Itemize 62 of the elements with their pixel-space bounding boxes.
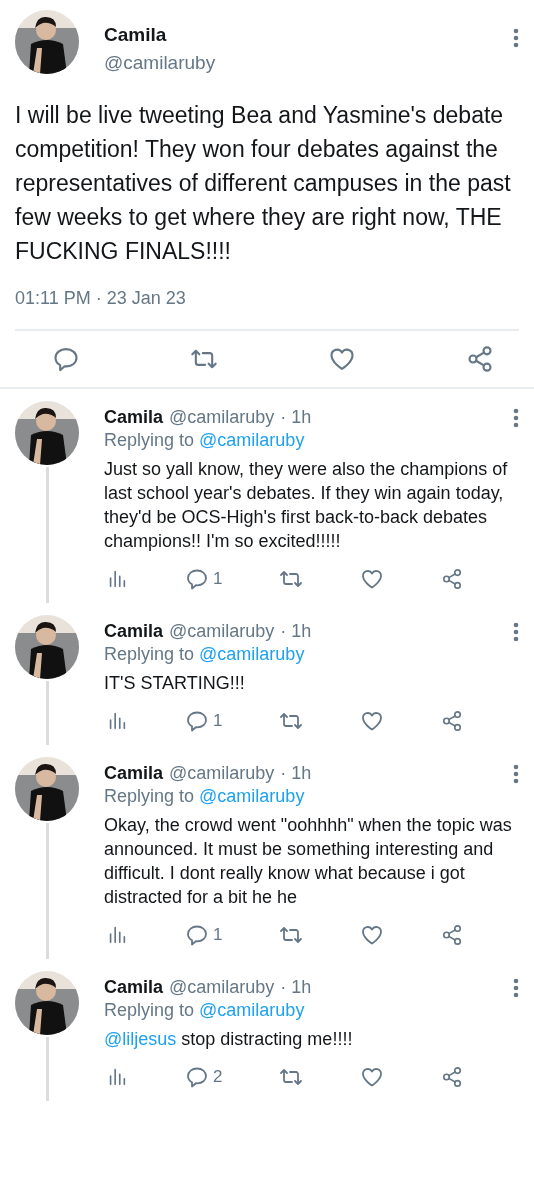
reply-text: Okay, the crowd went "oohhhh" when the topic was announced. It must be something interesting and difficult. I dont really know what because i got distracted for a bit he he xyxy=(104,814,513,909)
more-icon[interactable] xyxy=(513,28,519,48)
user-name: Camila xyxy=(104,621,164,642)
like-button[interactable] xyxy=(360,709,385,733)
user-name: Camila xyxy=(104,407,164,428)
share-button[interactable] xyxy=(466,345,494,373)
tweet-timestamp: 01:11 PM · 23 Jan 23 xyxy=(15,288,187,309)
like-button[interactable] xyxy=(360,923,385,947)
reply-icon xyxy=(184,567,209,591)
user-handle: @camilaruby xyxy=(104,52,217,74)
reply-button[interactable]: 1 xyxy=(184,709,223,733)
reply-icon xyxy=(184,923,209,947)
post-age: · 1h xyxy=(280,621,312,642)
replying-to-text: Replying to @camilaruby xyxy=(104,430,306,451)
more-icon[interactable] xyxy=(513,763,519,784)
heart-icon xyxy=(360,709,385,733)
post-age: · 1h xyxy=(280,407,312,428)
reply-button[interactable] xyxy=(52,345,80,373)
tweet-text: I will be live tweeting Bea and Yasmine's debate competition! They won four debates against the representatives of different campuses in the past few weeks to get where they are right now, THE FUCKING FINALS!!!! xyxy=(15,101,512,266)
replying-to-text: Replying to @camilaruby xyxy=(104,786,306,807)
reply-text: @liljesus stop distracting me!!!! xyxy=(104,1028,354,1051)
like-button[interactable] xyxy=(360,567,385,591)
mention-link[interactable]: @camilaruby xyxy=(199,786,305,806)
heart-icon xyxy=(360,1065,385,1089)
user-handle: @camilaruby xyxy=(169,977,275,998)
share-icon xyxy=(440,568,463,590)
post-age: · 1h xyxy=(280,977,312,998)
mention-link[interactable]: @camilaruby xyxy=(199,430,305,450)
heart-icon xyxy=(360,923,385,947)
reply-icon xyxy=(52,345,80,373)
post-age: · 1h xyxy=(280,763,312,784)
replying-to-text: Replying to @camilaruby xyxy=(104,644,306,665)
reply-text: IT'S STARTING!!! xyxy=(104,672,246,695)
share-button[interactable] xyxy=(440,1066,463,1088)
share-icon xyxy=(440,710,463,732)
more-icon[interactable] xyxy=(513,407,519,428)
heart-icon xyxy=(360,567,385,591)
mention-link[interactable]: @liljesus xyxy=(104,1029,177,1049)
user-handle: @camilaruby xyxy=(169,763,275,784)
reply-button[interactable]: 1 xyxy=(184,923,223,947)
user-name: Camila xyxy=(104,24,168,46)
user-handle: @camilaruby xyxy=(169,621,275,642)
share-button[interactable] xyxy=(440,710,463,732)
replying-to-text: Replying to @camilaruby xyxy=(104,1000,306,1021)
more-icon[interactable] xyxy=(513,977,519,998)
like-button[interactable] xyxy=(360,1065,385,1089)
user-name: Camila xyxy=(104,763,164,784)
reply-icon xyxy=(184,1065,209,1089)
reply-button[interactable]: 2 xyxy=(184,1065,223,1089)
share-icon xyxy=(440,1066,463,1088)
share-icon xyxy=(466,345,494,373)
user-name: Camila xyxy=(104,977,164,998)
share-button[interactable] xyxy=(440,568,463,590)
more-icon[interactable] xyxy=(513,621,519,642)
reply-icon xyxy=(184,709,209,733)
user-handle: @camilaruby xyxy=(169,407,275,428)
mention-link[interactable]: @camilaruby xyxy=(199,644,305,664)
mention-link[interactable]: @camilaruby xyxy=(199,1000,305,1020)
share-icon xyxy=(440,924,463,946)
reply-text: Just so yall know, they were also the champions of last school year's debates. If they win again today, they'd be OCS-High's first back-to-back debates champions!! I'm so excited!!!!! xyxy=(104,458,509,553)
reply-button[interactable]: 1 xyxy=(184,567,223,591)
share-button[interactable] xyxy=(440,924,463,946)
